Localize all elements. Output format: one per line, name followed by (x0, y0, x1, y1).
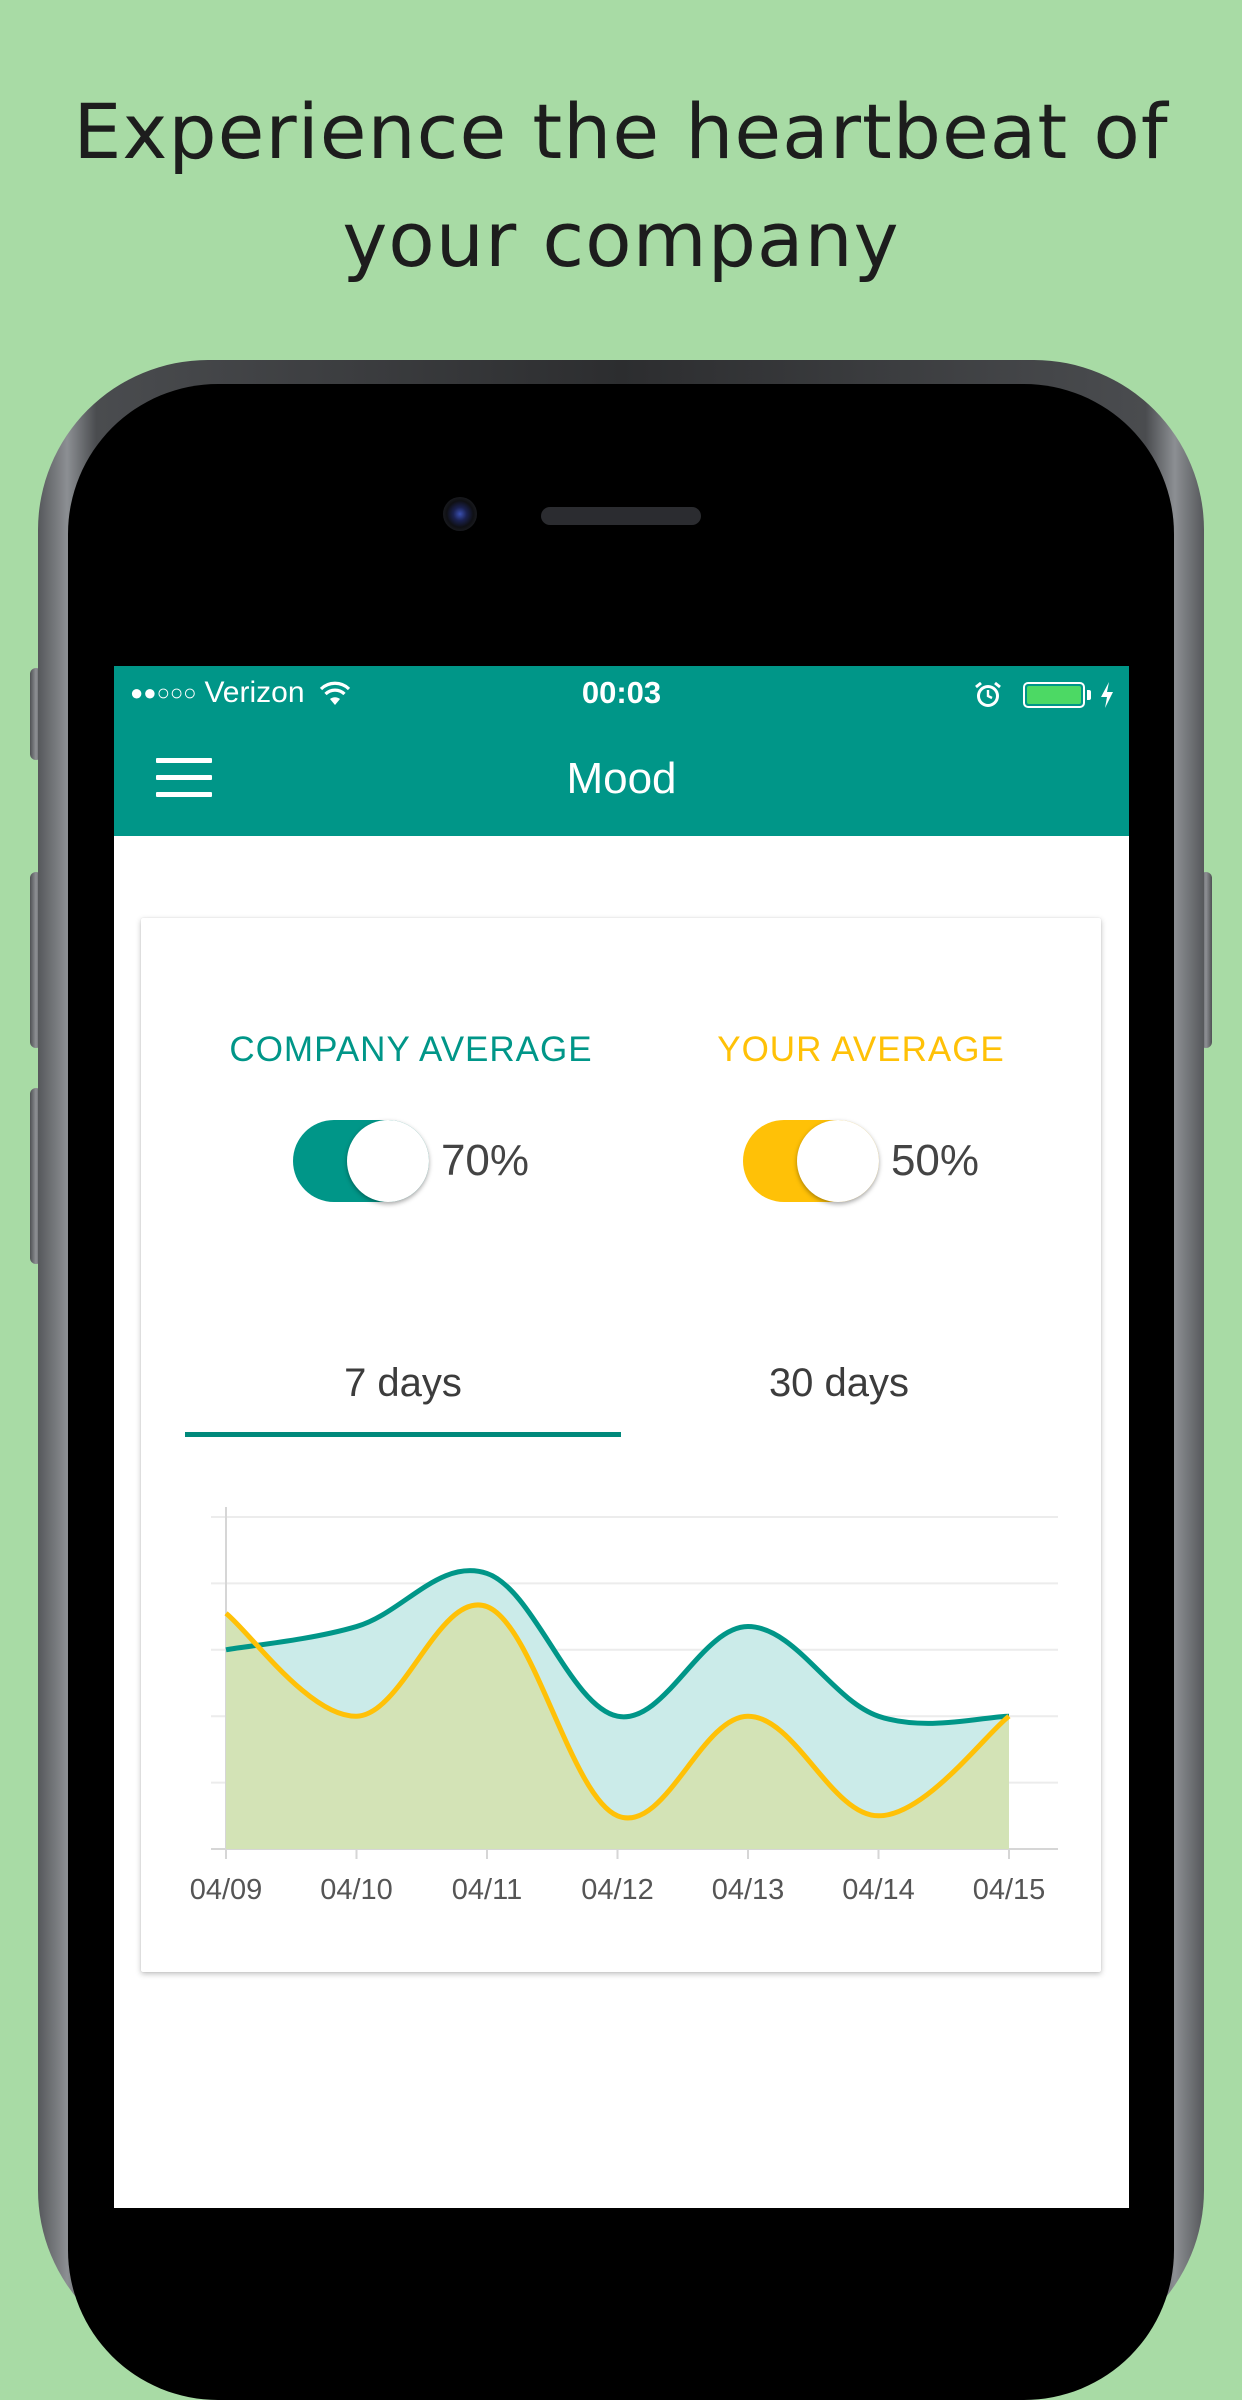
headline-line-1: Experience the heartbeat of (73, 87, 1169, 176)
status-bar-right (973, 680, 1115, 710)
chart-x-tick-label: 04/15 (973, 1874, 1046, 1906)
mood-card: COMPANY AVERAGE 70% YOUR AVERAGE 50% 7 d… (141, 918, 1101, 1972)
chart-x-tick-label: 04/11 (452, 1874, 522, 1906)
page-title: Mood (566, 754, 677, 803)
status-bar: ●●○○○ Verizon 00:03 (114, 666, 1129, 724)
app-bar: Mood (114, 724, 1129, 836)
chart-x-tick-label: 04/09 (190, 1874, 263, 1906)
front-camera (443, 497, 477, 531)
battery-terminal (1087, 690, 1091, 700)
charging-icon (1101, 682, 1113, 708)
mood-chart: 04/09 04/10 04/11 04/12 04/13 04/14 04/15 (190, 1507, 1058, 1906)
chart-x-tick-label: 04/13 (712, 1874, 785, 1906)
headline-line-2: your company (342, 195, 900, 284)
phone-screen: ●●○○○ Verizon 00:03 Mood COMPANY AVERAGE… (114, 666, 1129, 2208)
battery-level (1027, 686, 1081, 704)
battery-icon (1023, 682, 1085, 708)
earpiece-speaker (541, 507, 701, 525)
chart-x-tick-label: 04/12 (581, 1874, 654, 1906)
headline: Experience the heartbeat of your company (40, 78, 1202, 294)
alarm-icon (975, 681, 1001, 707)
chart-x-tick-label: 04/10 (320, 1874, 393, 1906)
chart-x-tick-label: 04/14 (842, 1874, 915, 1906)
